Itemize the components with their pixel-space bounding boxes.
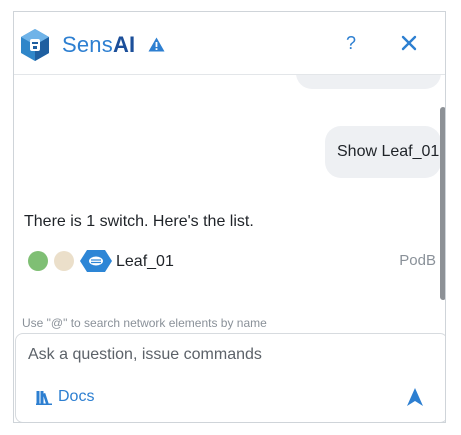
panel-header: SensAI ? [14,12,445,75]
chat-history[interactable]: Show Leaf_01 There is 1 switch. Here's t… [14,75,445,311]
composer-box: Docs [15,333,445,422]
chat-scrollbar[interactable] [440,107,445,300]
previous-message-bubble [296,75,441,89]
status-dot-beige [54,251,74,271]
switch-icon [80,250,112,272]
close-icon[interactable] [401,35,417,51]
docs-label: Docs [58,388,95,405]
user-message-bubble: Show Leaf_01 [325,126,441,178]
brand-prefix: Sens [62,32,113,57]
books-icon [36,391,52,405]
bot-message: There is 1 switch. Here's the list. [24,213,254,230]
pod-label: PodB [399,252,436,269]
brand-title: SensAI [62,32,135,58]
question-input[interactable] [28,343,428,367]
sensai-logo-icon [21,29,49,61]
status-dot-green [28,251,48,271]
switch-name-link[interactable]: Leaf_01 [116,253,174,271]
result-row[interactable]: Leaf_01 PodB [24,247,436,275]
send-icon[interactable] [407,388,423,406]
help-button[interactable]: ? [343,32,359,54]
sensai-chat-panel: SensAI ? Show Leaf_01 There is 1 switch.… [13,11,446,423]
warning-icon[interactable] [148,37,165,52]
search-hint: Use "@" to search network elements by na… [22,316,267,330]
brand-suffix: AI [112,32,136,57]
